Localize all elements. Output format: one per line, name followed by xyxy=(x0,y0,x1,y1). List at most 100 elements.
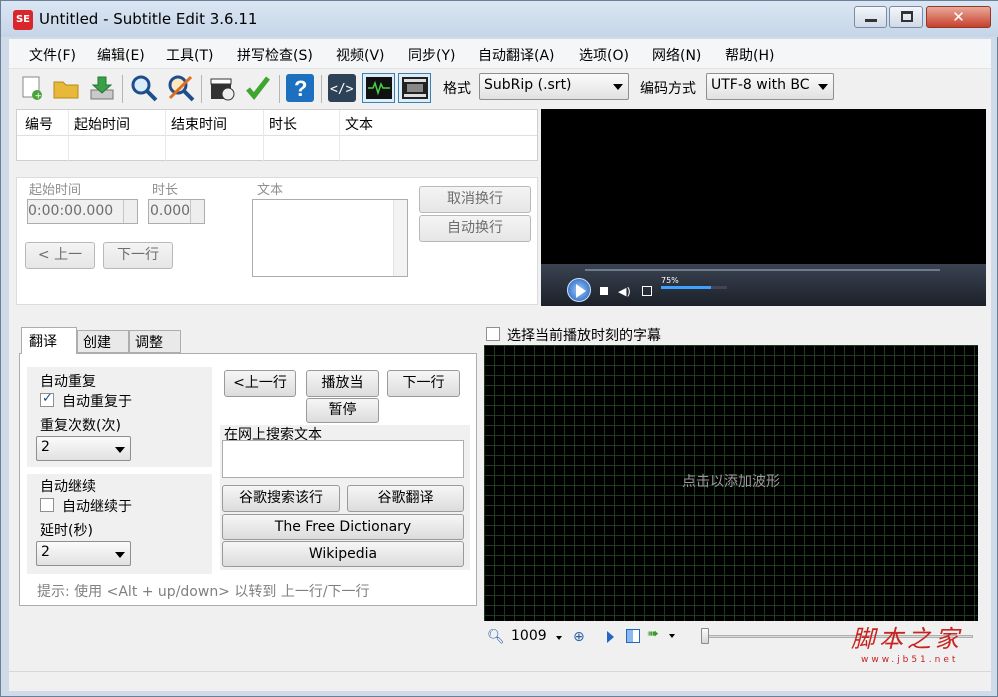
video-player[interactable]: ◀) 75% xyxy=(541,109,986,306)
format-label: 格式 xyxy=(443,81,471,97)
maximize-icon xyxy=(901,11,913,22)
tab-adjust[interactable]: 调整 xyxy=(129,330,181,353)
open-button[interactable] xyxy=(51,73,81,103)
clapperboard-clock-icon xyxy=(210,78,235,101)
menu-edit[interactable]: 编辑(E) xyxy=(97,45,145,65)
auto-continue-check-label: 自动继续于 xyxy=(62,499,132,515)
menu-video[interactable]: 视频(V) xyxy=(336,45,385,65)
folder-icon xyxy=(53,81,79,99)
spellcheck-button[interactable] xyxy=(243,73,273,103)
play-current-button[interactable]: 播放当 xyxy=(306,370,379,397)
film-strip-icon xyxy=(401,77,428,99)
forward-arrows-icon[interactable]: ➠ xyxy=(647,626,659,642)
text-label: 文本 xyxy=(257,183,284,198)
video-seek-bar[interactable] xyxy=(585,269,940,271)
replace-icon xyxy=(168,75,195,102)
volume-slider[interactable] xyxy=(661,286,727,289)
duration-label: 时长 xyxy=(152,183,179,198)
subtitle-text-area[interactable] xyxy=(252,199,408,277)
zoom-out-icon[interactable]: 🔍︎ xyxy=(487,629,505,645)
play-icon xyxy=(576,284,586,298)
check-icon: ✓ xyxy=(42,391,53,406)
auto-continue-group: 自动继续 自动继续于 延时(秒) 2 xyxy=(27,474,212,574)
select-current-subtitle-checkbox[interactable] xyxy=(486,327,500,341)
close-icon: ✕ xyxy=(952,8,965,26)
help-button[interactable]: ? xyxy=(285,73,315,103)
fullscreen-icon[interactable] xyxy=(642,286,652,296)
delay-select[interactable]: 2 xyxy=(36,541,131,566)
prev-line-button[interactable]: < 上一 xyxy=(25,242,95,269)
text-scrollbar[interactable] xyxy=(393,200,407,276)
new-button[interactable]: + xyxy=(17,73,47,103)
maximize-button[interactable] xyxy=(889,6,923,28)
tab-label: 创建 xyxy=(83,335,111,351)
minimize-button[interactable] xyxy=(854,6,887,28)
duration-input[interactable]: 0.000 xyxy=(148,199,205,224)
tab-label: 翻译 xyxy=(29,334,57,350)
column-header[interactable]: 时长 xyxy=(269,114,297,134)
menu-spellcheck[interactable]: 拼写检查(S) xyxy=(237,45,313,65)
visual-sync-button[interactable] xyxy=(207,73,237,103)
split-icon[interactable] xyxy=(626,629,640,643)
volume-icon[interactable]: ◀) xyxy=(618,285,631,298)
close-button[interactable]: ✕ xyxy=(926,6,991,28)
source-view-button[interactable]: </> xyxy=(327,73,357,103)
start-time-input[interactable]: 0:00:00.000 xyxy=(27,199,138,224)
google-search-button[interactable]: 谷歌搜索该行 xyxy=(222,485,340,512)
table-header: 编号 起始时间 结束时间 时长 文本 xyxy=(17,110,537,162)
auto-continue-checkbox[interactable] xyxy=(40,498,54,512)
column-header[interactable]: 起始时间 xyxy=(74,114,130,134)
duration-spinner[interactable] xyxy=(190,200,204,223)
wikipedia-button[interactable]: Wikipedia xyxy=(222,541,464,567)
web-search-input[interactable] xyxy=(222,440,464,478)
menu-network[interactable]: 网络(N) xyxy=(652,45,701,65)
start-time-spinner[interactable] xyxy=(123,200,137,223)
column-header[interactable]: 编号 xyxy=(25,114,53,134)
save-button[interactable] xyxy=(87,73,117,103)
play-waveform-icon[interactable] xyxy=(607,631,614,643)
help-icon: ? xyxy=(286,74,314,102)
chevron-down-icon xyxy=(115,552,125,558)
free-dictionary-button[interactable]: The Free Dictionary xyxy=(222,514,464,540)
new-file-icon: + xyxy=(22,76,42,101)
column-header[interactable]: 结束时间 xyxy=(171,114,227,134)
repeat-count-select[interactable]: 2 xyxy=(36,436,131,461)
repeat-count-label: 重复次数(次) xyxy=(40,418,121,434)
zoom-select[interactable]: 1009 xyxy=(507,625,567,650)
prev-line-button[interactable]: <上一行 xyxy=(224,370,296,397)
waveform-panel[interactable]: 点击以添加波形 xyxy=(484,345,978,621)
google-translate-button[interactable]: 谷歌翻译 xyxy=(347,485,464,512)
menu-options[interactable]: 选项(O) xyxy=(579,45,629,65)
code-icon: </> xyxy=(328,74,356,102)
column-header[interactable]: 文本 xyxy=(345,114,373,134)
menu-help[interactable]: 帮助(H) xyxy=(725,45,774,65)
position-slider-thumb[interactable] xyxy=(701,628,709,644)
play-button[interactable] xyxy=(567,278,591,302)
auto-wrap-button[interactable]: 自动换行 xyxy=(419,215,531,242)
tab-translate[interactable]: 翻译 xyxy=(21,327,77,354)
subtitle-table[interactable]: 编号 起始时间 结束时间 时长 文本 xyxy=(16,109,538,162)
chevron-down-icon[interactable] xyxy=(669,634,675,638)
menu-auto-translate[interactable]: 自动翻译(A) xyxy=(478,45,555,65)
zoom-in-icon[interactable]: ⊕ xyxy=(573,629,585,645)
tab-create[interactable]: 创建 xyxy=(77,330,129,353)
replace-button[interactable] xyxy=(166,73,196,103)
undo-wrap-button[interactable]: 取消换行 xyxy=(419,186,531,213)
next-line-button[interactable]: 下一行 xyxy=(103,242,173,269)
format-select[interactable]: SubRip (.srt) xyxy=(479,73,629,100)
chevron-down-icon xyxy=(613,84,623,90)
pause-button[interactable]: 暂停 xyxy=(306,398,379,423)
encoding-select[interactable]: UTF-8 with BC xyxy=(706,73,834,100)
video-toggle-button[interactable] xyxy=(398,73,431,103)
next-line-button[interactable]: 下一行 xyxy=(387,370,460,397)
auto-repeat-checkbox[interactable]: ✓ xyxy=(40,391,54,407)
find-button[interactable] xyxy=(129,73,159,103)
format-select-value: SubRip (.srt) xyxy=(484,77,572,93)
waveform-toggle-button[interactable] xyxy=(362,73,395,103)
stop-icon[interactable] xyxy=(600,287,608,295)
menu-sync[interactable]: 同步(Y) xyxy=(408,45,455,65)
minimize-icon xyxy=(865,19,877,22)
menu-file[interactable]: 文件(F) xyxy=(29,45,76,65)
duration-value: 0.000 xyxy=(150,203,191,219)
menu-tools[interactable]: 工具(T) xyxy=(166,45,213,65)
